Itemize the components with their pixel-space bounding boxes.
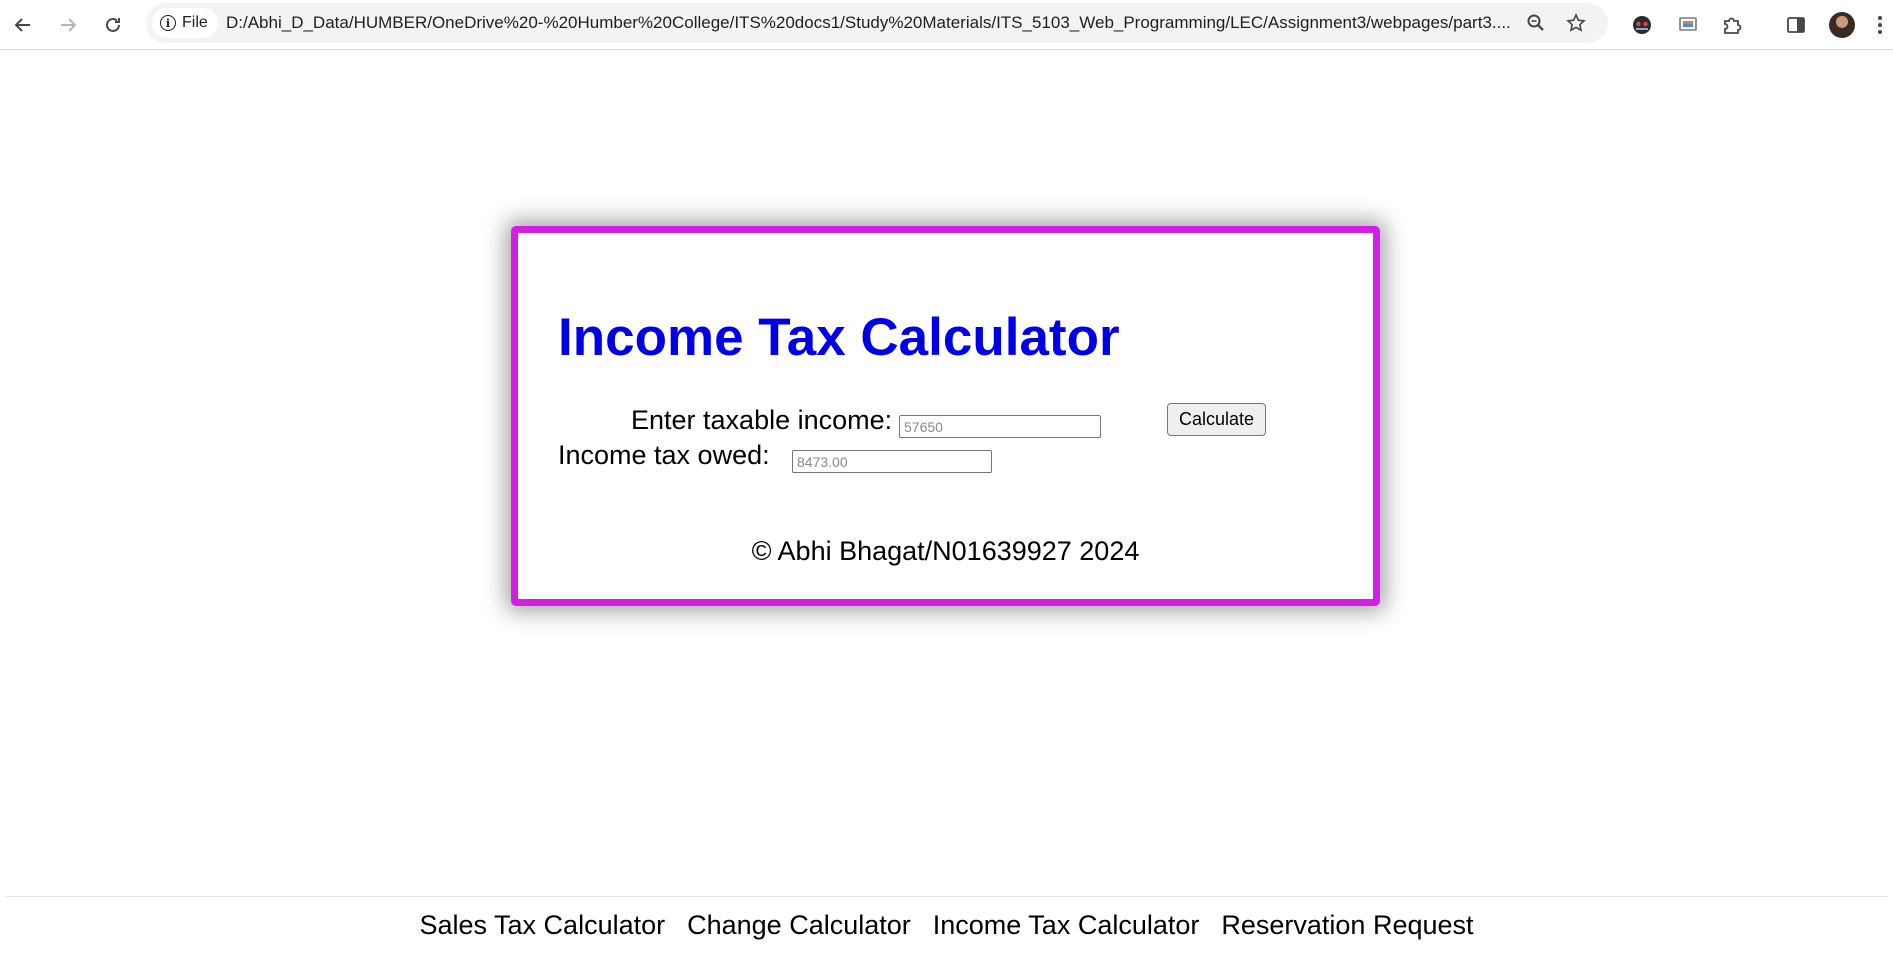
nav-link-change[interactable]: Change Calculator <box>687 910 911 941</box>
nav-link-income-tax[interactable]: Income Tax Calculator <box>933 910 1200 941</box>
tax-owed-field[interactable] <box>792 450 992 473</box>
more-menu-icon[interactable] <box>1870 7 1890 43</box>
nav-link-sales-tax[interactable]: Sales Tax Calculator <box>419 910 665 941</box>
puzzle-icon[interactable] <box>1714 7 1750 43</box>
url-text[interactable]: D:/Abhi_D_Data/HUMBER/OneDrive%20-%20Hum… <box>226 3 1516 43</box>
nav-divider <box>5 896 1888 897</box>
browser-toolbar: i File D:/Abhi_D_Data/HUMBER/OneDrive%20… <box>0 0 1893 50</box>
page-title: Income Tax Calculator <box>558 308 1120 367</box>
side-panel-icon[interactable] <box>1778 7 1814 43</box>
taxable-income-input[interactable] <box>899 415 1101 438</box>
avatar[interactable] <box>1824 7 1860 43</box>
tax-owed-label: Income tax owed: <box>558 440 770 470</box>
site-chip-label: File <box>182 14 208 31</box>
footer-nav: Sales Tax Calculator Change Calculator I… <box>0 910 1893 941</box>
address-bar[interactable]: i File D:/Abhi_D_Data/HUMBER/OneDrive%20… <box>146 3 1608 43</box>
cast-icon[interactable] <box>1670 7 1706 43</box>
reload-icon[interactable] <box>95 7 131 43</box>
back-arrow-icon[interactable] <box>5 7 41 43</box>
zoom-icon[interactable] <box>1520 7 1552 39</box>
calculate-button[interactable]: Calculate <box>1167 403 1266 436</box>
info-icon: i <box>160 15 176 31</box>
nav-link-reservation[interactable]: Reservation Request <box>1221 910 1473 941</box>
site-info-chip[interactable]: i File <box>152 8 218 38</box>
taxable-income-label: Enter taxable income: <box>631 405 893 435</box>
calculator-card: Income Tax Calculator Enter taxable inco… <box>511 226 1380 606</box>
extension-icon[interactable] <box>1624 7 1660 43</box>
copyright-credit: © Abhi Bhagat/N01639927 2024 <box>751 536 1140 566</box>
forward-arrow-icon[interactable] <box>50 7 86 43</box>
star-icon[interactable] <box>1560 7 1592 39</box>
